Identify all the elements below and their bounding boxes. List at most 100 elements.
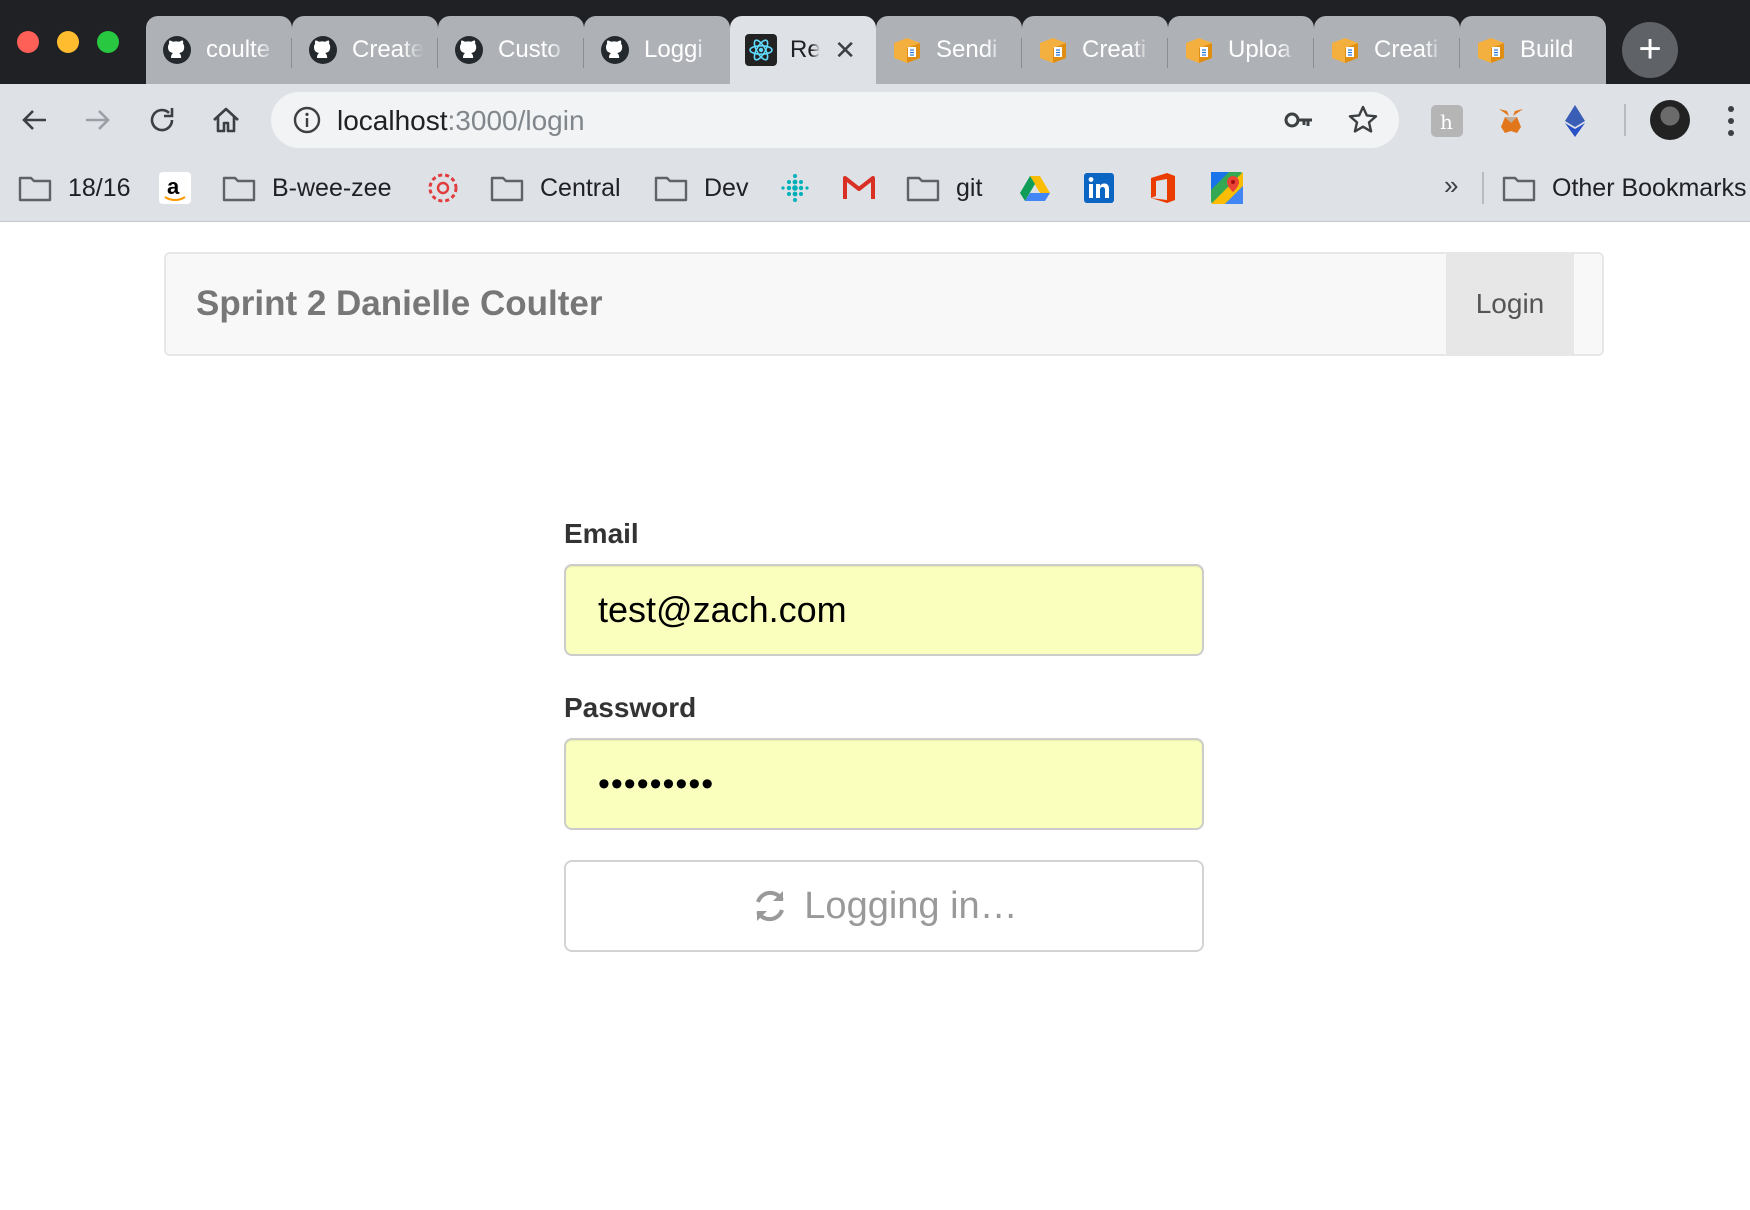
bookmark-office[interactable]: [1146, 168, 1180, 208]
url-path: :3000/login: [447, 105, 585, 136]
profile-avatar[interactable]: [1650, 100, 1690, 140]
honey-extension-icon[interactable]: h: [1430, 104, 1464, 138]
browser-tab[interactable]: Creati: [1314, 16, 1460, 84]
maximize-window-button[interactable]: [97, 31, 119, 53]
minimize-window-button[interactable]: [57, 31, 79, 53]
gmail-icon: [842, 173, 876, 203]
amazon-icon: a: [158, 172, 192, 204]
package-icon: [890, 33, 924, 67]
arrow-right-icon: [86, 110, 110, 130]
nav-login-link[interactable]: Login: [1446, 254, 1574, 354]
email-label: Email: [564, 518, 639, 549]
tab-title: Create: [352, 36, 424, 63]
home-button[interactable]: [206, 100, 246, 140]
password-label: Password: [564, 692, 697, 723]
browser-tab[interactable]: Create: [292, 16, 438, 84]
url-host: localhost: [337, 105, 448, 136]
login-submit-button[interactable]: Logging in…: [564, 860, 1204, 952]
more-bookmarks-button[interactable]: »: [1444, 170, 1458, 201]
tab-title: Sendi: [936, 36, 998, 63]
app-brand[interactable]: Sprint 2 Danielle Coulter: [196, 284, 602, 324]
package-icon: [1182, 33, 1216, 67]
app-navbar: Sprint 2 Danielle Coulter Login: [164, 252, 1604, 356]
bookmark-label: 18/16: [68, 173, 131, 202]
tab-title: Creati: [1374, 36, 1439, 63]
github-icon: [598, 33, 632, 67]
svg-text:h: h: [1440, 110, 1453, 134]
canvas-icon: [426, 173, 460, 203]
forward-button[interactable]: [78, 100, 118, 140]
bookmark-gmail[interactable]: [842, 168, 876, 208]
bookmark-folder[interactable]: Dev: [654, 168, 748, 208]
reload-button[interactable]: [142, 100, 182, 140]
github-icon: [306, 33, 340, 67]
svg-text:a: a: [167, 174, 180, 199]
more-menu-icon[interactable]: [1726, 104, 1736, 138]
other-bookmarks-folder[interactable]: Other Bookmarks: [1502, 168, 1747, 208]
reload-icon: [150, 108, 174, 132]
browser-tab[interactable]: Creati: [1022, 16, 1168, 84]
folder-icon: [906, 173, 940, 203]
bookmark-amazon[interactable]: a: [158, 168, 192, 208]
tab-title: Creati: [1082, 36, 1147, 63]
bookmark-google-maps[interactable]: [1210, 168, 1244, 208]
password-field[interactable]: •••••••••: [564, 738, 1204, 830]
browser-tab[interactable]: Uploa: [1168, 16, 1314, 84]
tab-title: Custo: [498, 36, 561, 63]
bookmark-folder[interactable]: 18/16: [18, 168, 131, 208]
bookmark-linkedin[interactable]: [1082, 168, 1116, 208]
google-drive-icon: [1018, 173, 1052, 203]
github-icon: [452, 33, 486, 67]
home-icon: [213, 107, 239, 133]
ethereum-extension-icon[interactable]: [1558, 104, 1592, 138]
github-icon: [160, 33, 194, 67]
linkedin-icon: [1082, 173, 1116, 203]
package-icon: [1328, 33, 1362, 67]
new-tab-button[interactable]: +: [1622, 22, 1678, 78]
package-icon: [1474, 33, 1508, 67]
back-button[interactable]: [14, 100, 54, 140]
bookmark-label: git: [956, 173, 983, 202]
bookmark-folder[interactable]: Central: [490, 168, 621, 208]
browser-tab[interactable]: Custo: [438, 16, 584, 84]
browser-tab-active[interactable]: Re ✕: [730, 16, 876, 84]
bookmark-fitbit[interactable]: [778, 168, 812, 208]
arrow-left-icon: [22, 110, 46, 130]
browser-tab[interactable]: Build: [1460, 16, 1606, 84]
google-maps-icon: [1210, 172, 1244, 204]
browser-tab[interactable]: coulte: [146, 16, 292, 84]
close-tab-icon[interactable]: ✕: [834, 37, 856, 63]
login-form: Email test@zach.com Password ••••••••• L…: [564, 518, 1204, 952]
browser-tab[interactable]: Loggi: [584, 16, 730, 84]
close-window-button[interactable]: [17, 31, 39, 53]
email-field[interactable]: test@zach.com: [564, 564, 1204, 656]
tab-title: Re: [790, 36, 820, 63]
bookmark-folder[interactable]: B-wee-zee: [222, 168, 392, 208]
page-content: Sprint 2 Danielle Coulter Login Email te…: [0, 222, 1750, 1210]
tab-title: Loggi: [644, 36, 703, 63]
office-icon: [1146, 173, 1180, 203]
bookmarks-bar: 18/16 a B-wee-zee Central Dev git » Othe…: [0, 156, 1750, 222]
folder-icon: [654, 173, 688, 203]
folder-icon: [1502, 173, 1536, 203]
info-icon[interactable]: [293, 106, 321, 134]
browser-tab-strip: coulte Create Custo Loggi Re ✕ Sendi Cre…: [0, 0, 1750, 84]
key-icon[interactable]: [1283, 106, 1315, 134]
folder-icon: [18, 173, 52, 203]
react-icon: [744, 33, 778, 67]
metamask-extension-icon[interactable]: [1494, 104, 1528, 138]
bookmark-label: Other Bookmarks: [1552, 173, 1747, 202]
browser-toolbar: localhost:3000/login h: [0, 84, 1750, 156]
refresh-spinner-icon: [756, 890, 785, 922]
bookmark-label: Dev: [704, 173, 749, 202]
bookmark-google-drive[interactable]: [1018, 168, 1052, 208]
folder-icon: [490, 173, 524, 203]
url-text: localhost:3000/login: [337, 105, 585, 137]
bookmark-folder[interactable]: git: [906, 168, 982, 208]
bookmark-canvas[interactable]: [426, 168, 460, 208]
tab-title: Uploa: [1228, 36, 1291, 63]
address-bar[interactable]: localhost:3000/login: [271, 92, 1399, 148]
browser-tab[interactable]: Sendi: [876, 16, 1022, 84]
star-icon[interactable]: [1347, 104, 1379, 136]
package-icon: [1036, 33, 1070, 67]
